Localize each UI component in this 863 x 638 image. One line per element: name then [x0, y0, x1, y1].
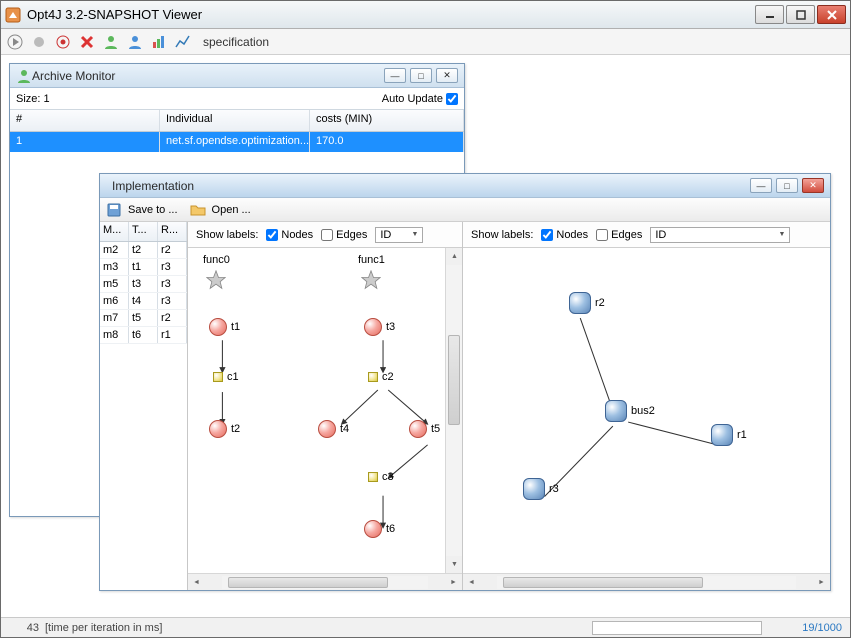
h-scrollbar[interactable]: ◄►	[188, 573, 462, 590]
auto-update-label: Auto Update	[382, 93, 443, 105]
monitor-icon	[16, 68, 32, 84]
progress-bar	[592, 621, 762, 635]
v-scrollbar[interactable]: ▲▼	[445, 248, 462, 573]
main-window: Opt4J 3.2-SNAPSHOT Viewer specification …	[0, 0, 851, 638]
show-labels-label: Show labels:	[471, 229, 533, 241]
node-t5[interactable]: t5	[409, 420, 440, 438]
star-icon	[361, 270, 381, 290]
user-blue-icon[interactable]	[127, 34, 143, 50]
impl-close-button[interactable]: ✕	[802, 178, 824, 193]
archive-maximize-button[interactable]: □	[410, 68, 432, 83]
col-individual[interactable]: Individual	[160, 110, 310, 131]
table-row[interactable]: 1 net.sf.opendse.optimization... 170.0	[10, 132, 464, 152]
iteration-time: 43	[9, 622, 39, 634]
toolbar: specification	[1, 29, 850, 55]
save-to-button[interactable]: Save to ...	[128, 204, 178, 216]
edges-checkbox-2[interactable]	[596, 229, 608, 241]
iteration-time-label: [time per iteration in ms]	[45, 622, 162, 634]
node-r1[interactable]: r1	[711, 424, 747, 446]
implementation-window: Implementation — □ ✕ Save to ... Open ..…	[99, 173, 831, 591]
node-bus2[interactable]: bus2	[605, 400, 655, 422]
impl-maximize-button[interactable]: □	[776, 178, 798, 193]
task-graph-panel: Show labels: Nodes Edges ID▼	[188, 222, 463, 590]
app-icon	[5, 7, 21, 23]
titlebar: Opt4J 3.2-SNAPSHOT Viewer	[1, 1, 850, 29]
list-item[interactable]: m3t1r3	[100, 259, 187, 276]
archive-title: Archive Monitor	[32, 69, 384, 83]
window-title: Opt4J 3.2-SNAPSHOT Viewer	[27, 7, 753, 22]
node-c3[interactable]: c3	[368, 471, 394, 483]
archive-close-button[interactable]: ✕	[436, 68, 458, 83]
graph-icon[interactable]	[175, 34, 191, 50]
maximize-button[interactable]	[786, 5, 815, 24]
label-select-2[interactable]: ID▼	[650, 227, 790, 243]
node-c2[interactable]: c2	[368, 371, 394, 383]
node-c1[interactable]: c1	[213, 371, 239, 383]
impl-minimize-button[interactable]: —	[750, 178, 772, 193]
save-icon	[106, 202, 122, 218]
record-icon[interactable]	[31, 34, 47, 50]
star-icon	[206, 270, 226, 290]
status-bar: 43 [time per iteration in ms] 19/1000	[1, 617, 850, 637]
node-r3[interactable]: r3	[523, 478, 559, 500]
h-scrollbar-2[interactable]: ◄►	[463, 573, 830, 590]
col-number[interactable]: #	[10, 110, 160, 131]
node-t4[interactable]: t4	[318, 420, 349, 438]
minimize-button[interactable]	[755, 5, 784, 24]
stop-icon[interactable]	[55, 34, 71, 50]
size-value: 1	[44, 93, 50, 105]
node-t6[interactable]: t6	[364, 520, 395, 538]
mapping-table: M... T... R... m2t2r2 m3t1r3 m5t3r3 m6t4…	[100, 222, 188, 590]
node-t3[interactable]: t3	[364, 318, 395, 336]
nodes-checkbox-2[interactable]	[541, 229, 553, 241]
auto-update-checkbox[interactable]	[446, 93, 458, 105]
open-button[interactable]: Open ...	[212, 204, 251, 216]
label-select-1[interactable]: ID▼	[375, 227, 423, 243]
edges-checkbox-1[interactable]	[321, 229, 333, 241]
list-item[interactable]: m8t6r1	[100, 327, 187, 344]
node-t2[interactable]: t2	[209, 420, 240, 438]
close-button[interactable]	[817, 5, 846, 24]
nodes-checkbox-1[interactable]	[266, 229, 278, 241]
specification-link[interactable]: specification	[203, 35, 269, 49]
play-icon[interactable]	[7, 34, 23, 50]
size-label: Size:	[16, 93, 40, 105]
col-costs[interactable]: costs (MIN)	[310, 110, 464, 131]
impl-title: Implementation	[106, 179, 750, 193]
list-item[interactable]: m6t4r3	[100, 293, 187, 310]
archive-minimize-button[interactable]: —	[384, 68, 406, 83]
node-r2[interactable]: r2	[569, 292, 605, 314]
node-t1[interactable]: t1	[209, 318, 240, 336]
list-item[interactable]: m2t2r2	[100, 242, 187, 259]
chart-icon[interactable]	[151, 34, 167, 50]
list-item[interactable]: m7t5r2	[100, 310, 187, 327]
folder-icon	[190, 202, 206, 218]
col-m[interactable]: M...	[100, 222, 129, 241]
user-green-icon[interactable]	[103, 34, 119, 50]
list-item[interactable]: m5t3r3	[100, 276, 187, 293]
show-labels-label: Show labels:	[196, 229, 258, 241]
delete-icon[interactable]	[79, 34, 95, 50]
archive-table-header: # Individual costs (MIN)	[10, 110, 464, 132]
resource-graph-panel: Show labels: Nodes Edges ID▼ r2 bus2	[463, 222, 830, 590]
progress-text: 19/1000	[802, 622, 842, 634]
col-t[interactable]: T...	[129, 222, 158, 241]
col-r[interactable]: R...	[158, 222, 187, 241]
